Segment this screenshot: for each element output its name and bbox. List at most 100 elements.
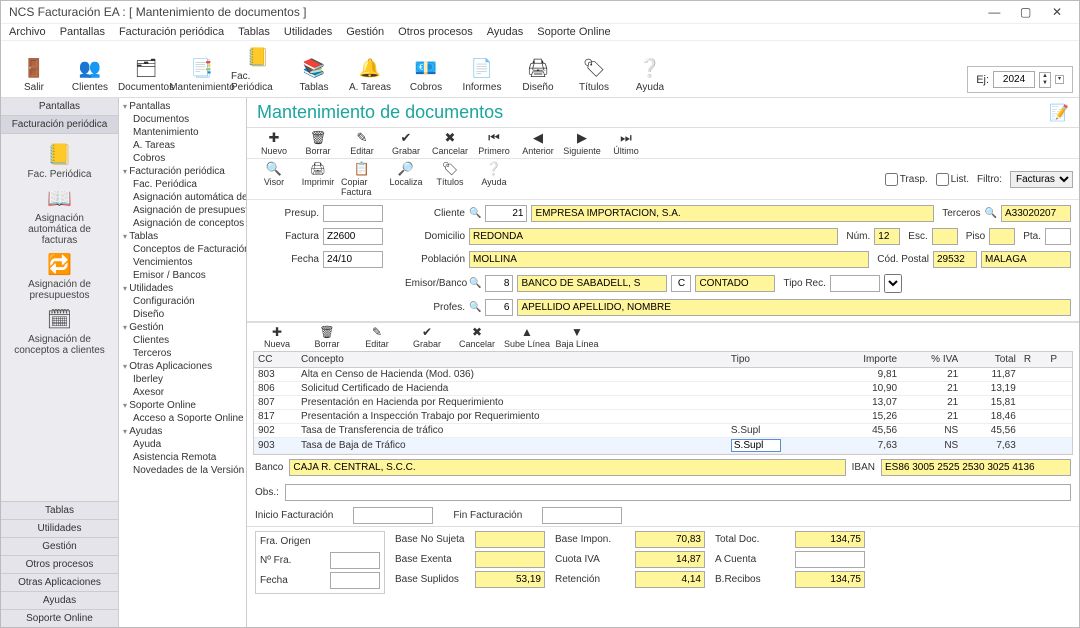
pta-input[interactable]	[1045, 228, 1071, 245]
leftnav-item-0[interactable]: 📒Fac. Periódica	[10, 142, 110, 180]
menu-otros-procesos[interactable]: Otros procesos	[398, 26, 473, 38]
table-row[interactable]: 903Tasa de Baja de Tráfico7,63NS7,63	[254, 438, 1072, 454]
banco-input[interactable]	[289, 459, 845, 476]
tree-item[interactable]: Conceptos de Facturación	[133, 243, 246, 256]
leftnav-item-3[interactable]: 🗓Asignación de conceptos a clientes	[10, 307, 110, 356]
tree-group[interactable]: Tablas	[123, 230, 246, 243]
inicio-fact-input[interactable]	[353, 507, 433, 524]
table-row[interactable]: 807Presentación en Hacienda por Requerim…	[254, 396, 1072, 410]
retencion-input[interactable]	[635, 571, 705, 588]
action-anterior[interactable]: ◀Anterior	[517, 130, 559, 156]
tb-salir[interactable]: 🚪Salir	[7, 56, 61, 93]
profes-code-input[interactable]	[485, 299, 513, 316]
grid-header[interactable]: P	[1046, 352, 1072, 368]
emisor-c-input[interactable]	[671, 275, 691, 292]
edit-page-icon[interactable]: 📝	[1049, 103, 1069, 123]
tb-fac-periódica[interactable]: 📒Fac. Periódica	[231, 45, 285, 93]
profes-search-icon[interactable]: 🔍	[469, 302, 481, 313]
fin-fact-input[interactable]	[542, 507, 622, 524]
profes-name-input[interactable]	[517, 299, 1071, 316]
ej-year-input[interactable]	[993, 71, 1035, 88]
action-cancelar[interactable]: ✖Cancelar	[453, 325, 501, 349]
action-cancelar[interactable]: ✖Cancelar	[429, 130, 471, 156]
action-borrar[interactable]: 🗑Borrar	[303, 325, 351, 349]
tb-documentos[interactable]: 🗂Documentos	[119, 56, 173, 93]
leftnav-top-0[interactable]: Pantallas	[1, 98, 118, 116]
tb-a-tareas[interactable]: 🔔A. Tareas	[343, 56, 397, 93]
lines-grid[interactable]: CCConceptoTipoImporte% IVATotalRP 803Alt…	[253, 351, 1073, 455]
action-siguiente[interactable]: ▶Siguiente	[561, 130, 603, 156]
tree-item[interactable]: Asistencia Remota	[133, 451, 246, 464]
table-row[interactable]: 806Solicitud Certificado de Hacienda10,9…	[254, 382, 1072, 396]
tb-mantenimiento[interactable]: 📑Mantenimiento	[175, 56, 229, 93]
table-row[interactable]: 817Presentación a Inspección Trabajo por…	[254, 410, 1072, 424]
base-exenta-input[interactable]	[475, 551, 545, 568]
leftnav-top-1[interactable]: Facturación periódica	[1, 116, 118, 134]
action-sube-línea[interactable]: ▲Sube Línea	[503, 325, 551, 349]
emisor-code-input[interactable]	[485, 275, 513, 292]
tree-item[interactable]: Documentos	[133, 113, 246, 126]
trasp-checkbox[interactable]: Trasp.	[885, 173, 928, 186]
tree-item[interactable]: Vencimientos	[133, 256, 246, 269]
leftnav-bottom-3[interactable]: Otros procesos	[1, 555, 118, 573]
tree-item[interactable]: Asignación de presupuesto	[133, 204, 246, 217]
tree-item[interactable]: Emisor / Bancos	[133, 269, 246, 282]
menu-archivo[interactable]: Archivo	[9, 26, 46, 38]
nfra-input[interactable]	[330, 552, 380, 569]
tree-item[interactable]: Ayuda	[133, 438, 246, 451]
tree-item[interactable]: Mantenimiento	[133, 126, 246, 139]
tree-group[interactable]: Otras Aplicaciones	[123, 360, 246, 373]
leftnav-bottom-4[interactable]: Otras Aplicaciones	[1, 573, 118, 591]
cliente-search-icon[interactable]: 🔍	[469, 208, 481, 219]
table-row[interactable]: 803Alta en Censo de Hacienda (Mod. 036)9…	[254, 368, 1072, 382]
menu-gestión[interactable]: Gestión	[346, 26, 384, 38]
action-grabar[interactable]: ✔Grabar	[403, 325, 451, 349]
tree-group[interactable]: Utilidades	[123, 282, 246, 295]
table-row[interactable]: 902Tasa de Transferencia de tráficoS.Sup…	[254, 424, 1072, 438]
tree-item[interactable]: Novedades de la Versión	[133, 464, 246, 477]
tree-item[interactable]: Fac. Periódica	[133, 178, 246, 191]
tree-item[interactable]: Asignación de conceptos a	[133, 217, 246, 230]
cliente-code-input[interactable]	[485, 205, 527, 222]
leftnav-bottom-1[interactable]: Utilidades	[1, 519, 118, 537]
domicilio-input[interactable]	[469, 228, 838, 245]
action-imprimir[interactable]: 🖨Imprimir	[297, 161, 339, 197]
tb-diseño[interactable]: 🖨Diseño	[511, 56, 565, 93]
tree-item[interactable]: Cobros	[133, 152, 246, 165]
action-editar[interactable]: ✎Editar	[353, 325, 401, 349]
contado-input[interactable]	[695, 275, 775, 292]
action-editar[interactable]: ✎Editar	[341, 130, 383, 156]
action-nuevo[interactable]: ✚Nuevo	[253, 130, 295, 156]
menu-utilidades[interactable]: Utilidades	[284, 26, 332, 38]
cuota-iva-input[interactable]	[635, 551, 705, 568]
cp-input[interactable]	[933, 251, 977, 268]
piso-input[interactable]	[989, 228, 1015, 245]
tree-item[interactable]: Terceros	[133, 347, 246, 360]
emisor-search-icon[interactable]: 🔍	[469, 278, 481, 289]
tree-group[interactable]: Gestión	[123, 321, 246, 334]
tb-ayuda[interactable]: ❔Ayuda	[623, 56, 677, 93]
menu-pantallas[interactable]: Pantallas	[60, 26, 105, 38]
action-baja-línea[interactable]: ▼Baja Línea	[553, 325, 601, 349]
b-recibos-input[interactable]	[795, 571, 865, 588]
terceros-input[interactable]	[1001, 205, 1071, 222]
list-checkbox[interactable]: List.	[936, 173, 969, 186]
action-visor[interactable]: 🔍Visor	[253, 161, 295, 197]
tree-group[interactable]: Soporte Online	[123, 399, 246, 412]
tree-item[interactable]: Acceso a Soporte Online	[133, 412, 246, 425]
provincia-input[interactable]	[981, 251, 1071, 268]
tb-cobros[interactable]: 💶Cobros	[399, 56, 453, 93]
leftnav-item-2[interactable]: 🔁Asignación de presupuestos	[10, 252, 110, 301]
tipo-cell-input[interactable]	[731, 439, 781, 452]
grid-header[interactable]: R	[1020, 352, 1047, 368]
cliente-name-input[interactable]	[531, 205, 934, 222]
tree-group[interactable]: Ayudas	[123, 425, 246, 438]
poblacion-input[interactable]	[469, 251, 869, 268]
action-último[interactable]: ⏭Último	[605, 130, 647, 156]
tree-item[interactable]: Asignación automática de fa	[133, 191, 246, 204]
tree-item[interactable]: Iberley	[133, 373, 246, 386]
tree-item[interactable]: Configuración	[133, 295, 246, 308]
ej-dropdown[interactable]: ▾	[1055, 75, 1064, 84]
leftnav-bottom-2[interactable]: Gestión	[1, 537, 118, 555]
grid-header[interactable]: CC	[254, 352, 297, 368]
